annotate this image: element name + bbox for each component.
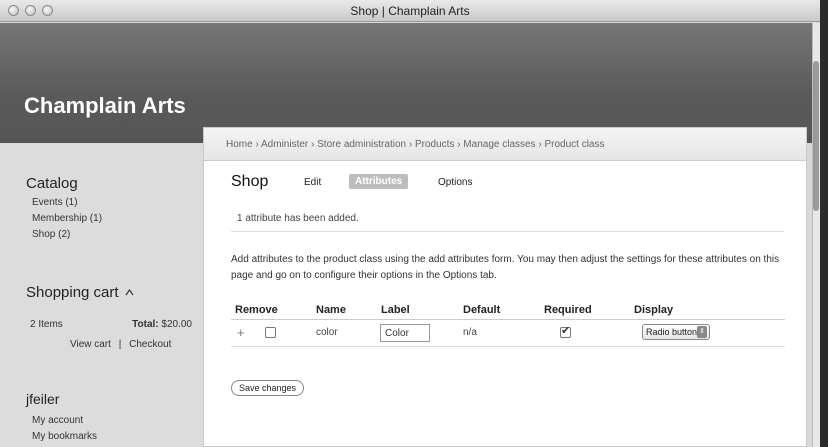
cart-total-label: Total:	[132, 319, 159, 330]
column-header-label: Label	[381, 304, 410, 316]
zoom-window-button[interactable]	[42, 5, 53, 16]
display-select[interactable]: Radio buttons ⇕	[642, 324, 710, 340]
catalog-item-membership[interactable]: Membership (1)	[26, 211, 102, 227]
cart-total-value: $20.00	[161, 319, 192, 330]
breadcrumb[interactable]: Home › Administer › Store administration…	[204, 128, 806, 161]
site-name-link[interactable]: Champlain Arts	[24, 93, 186, 119]
cart-links: View cart | Checkout	[70, 339, 171, 350]
column-header-remove: Remove	[235, 304, 278, 316]
help-text: Add attributes to the product class usin…	[231, 254, 780, 281]
tab-options[interactable]: Options	[438, 177, 472, 188]
page-title: Shop	[231, 173, 269, 190]
sidebar: Catalog Events (1) Membership (1) Shop (…	[0, 143, 203, 447]
link-separator: |	[118, 339, 122, 350]
save-changes-button[interactable]: Save changes	[231, 380, 305, 396]
attribute-name: color	[316, 327, 338, 338]
tab-edit[interactable]: Edit	[304, 177, 321, 188]
table-header: Remove Name Label Default Required Displ…	[231, 300, 785, 320]
catalog-title: Catalog	[26, 175, 78, 192]
shopping-cart-title: Shopping cart	[26, 284, 119, 301]
table-row: + color n/a Radio buttons ⇕	[231, 321, 785, 347]
attribute-label-input[interactable]	[380, 324, 430, 342]
tab-attributes[interactable]: Attributes	[349, 174, 409, 189]
catalog-item-events[interactable]: Events (1)	[26, 195, 102, 211]
attribute-default: n/a	[463, 327, 477, 338]
my-bookmarks-link[interactable]: My bookmarks	[26, 429, 97, 445]
status-message: 1 attribute has been added.	[231, 206, 784, 232]
shopping-cart-header[interactable]: Shopping cart	[26, 284, 134, 301]
window-title: Shop | Champlain Arts	[350, 4, 470, 18]
view-cart-link[interactable]: View cart	[70, 339, 111, 350]
column-header-name: Name	[316, 304, 346, 316]
scrollbar-thumb[interactable]	[813, 61, 819, 211]
my-account-link[interactable]: My account	[26, 413, 97, 429]
user-block-title: jfeiler	[26, 391, 60, 407]
column-header-default: Default	[463, 304, 501, 316]
drag-handle-icon[interactable]: +	[237, 325, 245, 340]
title-bar: Shop | Champlain Arts	[0, 0, 820, 22]
cart-summary: 2 Items Total: $20.00	[30, 319, 192, 330]
checkout-link[interactable]: Checkout	[129, 339, 171, 350]
cart-items-count: 2 Items	[30, 319, 63, 330]
remove-checkbox[interactable]	[265, 327, 276, 341]
window-controls	[8, 5, 53, 16]
user-links: My account My bookmarks	[26, 413, 97, 445]
close-window-button[interactable]	[8, 5, 19, 16]
catalog-item-shop[interactable]: Shop (2)	[26, 227, 102, 243]
column-header-required: Required	[544, 304, 592, 316]
catalog-list: Events (1) Membership (1) Shop (2)	[26, 195, 102, 243]
column-header-display: Display	[634, 304, 674, 316]
tabs-row: Shop Edit Attributes Options	[204, 161, 806, 197]
minimize-window-button[interactable]	[25, 5, 36, 16]
required-checkbox[interactable]	[560, 324, 571, 341]
collapse-arrow-icon[interactable]	[125, 289, 134, 296]
select-arrows-icon: ⇕	[697, 326, 707, 338]
site-header: Champlain Arts	[0, 23, 820, 143]
display-select-value: Radio buttons	[646, 327, 702, 337]
scrollbar[interactable]	[812, 23, 820, 447]
browser-window: Shop | Champlain Arts Champlain Arts Cat…	[0, 0, 820, 447]
main-content: Home › Administer › Store administration…	[203, 127, 807, 447]
